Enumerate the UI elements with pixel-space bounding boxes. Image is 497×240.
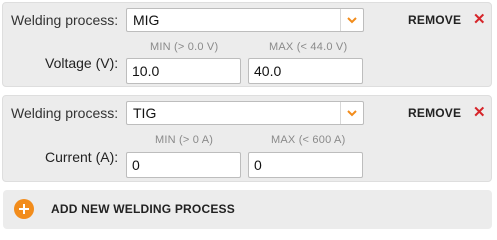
current-label: Current (A): [45,149,119,165]
plus-circle-icon[interactable] [14,199,34,219]
welding-process-select[interactable]: TIG [126,101,364,125]
remove-button[interactable]: REMOVE [408,13,461,27]
welding-process-panel-2: Welding process: TIG REMOVE ✕ MIN (> 0 A… [2,95,492,182]
welding-process-panel-1: Welding process: MIG REMOVE ✕ MIN (> 0.0… [2,2,492,87]
add-new-welding-process-button[interactable]: ADD NEW WELDING PROCESS [3,190,492,229]
welding-process-selected-value: TIG [133,105,157,121]
welding-process-label: Welding process: [11,105,119,121]
add-new-welding-process-label: ADD NEW WELDING PROCESS [51,202,235,216]
close-icon[interactable]: ✕ [473,12,486,27]
min-column-header: MIN (> 0.0 V) [150,41,219,53]
remove-button[interactable]: REMOVE [408,106,461,120]
close-icon[interactable]: ✕ [473,105,486,120]
chevron-down-icon[interactable] [340,9,363,31]
voltage-label: Voltage (V): [45,55,119,71]
welding-process-label: Welding process: [11,12,119,28]
voltage-min-input[interactable] [126,58,241,84]
chevron-down-icon[interactable] [340,102,363,124]
voltage-max-input[interactable] [248,58,363,84]
current-max-input[interactable] [248,152,363,178]
max-column-header: MAX (< 44.0 V) [269,41,348,53]
current-min-input[interactable] [126,152,241,178]
welding-process-selected-value: MIG [133,12,160,28]
min-column-header: MIN (> 0 A) [155,134,214,146]
max-column-header: MAX (< 600 A) [271,134,346,146]
welding-process-select[interactable]: MIG [126,8,364,32]
